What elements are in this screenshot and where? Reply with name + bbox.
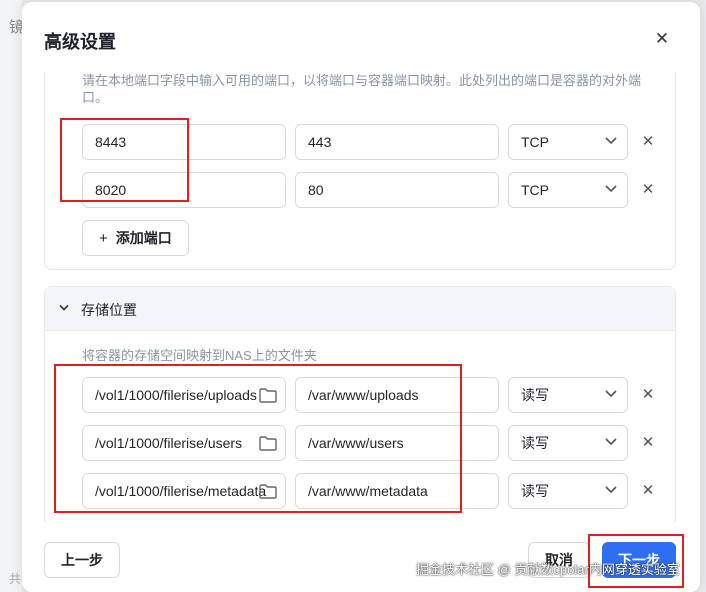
background-panel: 镜 共 <box>0 0 24 592</box>
permission-select[interactable]: 读写 <box>508 473 628 509</box>
container-path-input[interactable]: /var/www/users <box>295 425 499 461</box>
container-port-input[interactable]: 443 <box>295 124 499 160</box>
chevron-down-icon <box>605 390 617 398</box>
add-port-label: 添加端口 <box>115 230 172 246</box>
protocol-value: TCP <box>521 182 549 198</box>
background-text: 共 <box>9 572 22 586</box>
permission-value: 读写 <box>521 435 549 451</box>
add-port-button[interactable]: + 添加端口 <box>82 220 189 256</box>
permission-value: 读写 <box>521 387 549 403</box>
host-path-input[interactable]: /vol1/1000/filerise/metadata <box>82 473 286 509</box>
chevron-down-icon <box>605 185 617 193</box>
storage-hint: 将容器的存储空间映射到NAS上的文件夹 <box>82 348 317 363</box>
host-path-input[interactable]: /vol1/1000/filerise/users <box>82 425 286 461</box>
permission-select[interactable]: 读写 <box>508 377 628 413</box>
storage-section-header[interactable]: 存储位置 <box>45 287 675 331</box>
protocol-value: TCP <box>521 134 549 150</box>
folder-icon[interactable] <box>259 436 277 451</box>
local-port-input[interactable]: 8443 <box>82 124 286 160</box>
chevron-down-icon <box>605 438 617 446</box>
close-icon[interactable]: ✕ <box>652 28 672 50</box>
folder-icon[interactable] <box>259 484 277 499</box>
local-port-input[interactable]: 8020 <box>82 172 286 208</box>
container-path-input[interactable]: /var/www/uploads <box>295 377 499 413</box>
remove-port-icon[interactable]: ✕ <box>639 133 657 151</box>
plus-icon: + <box>99 230 108 247</box>
advanced-settings-dialog: 高级设置 ✕ 请在本地端口字段中输入可用的端口，以将端口与容器端口映射。此处列出… <box>22 2 700 592</box>
remove-storage-icon[interactable]: ✕ <box>639 386 657 404</box>
storage-card: 存储位置 将容器的存储空间映射到NAS上的文件夹 /vol1/1000/file… <box>44 286 676 522</box>
chevron-down-icon <box>605 486 617 494</box>
chevron-down-icon <box>59 304 69 311</box>
container-path-input[interactable]: /var/www/metadata <box>295 473 499 509</box>
prev-button[interactable]: 上一步 <box>44 542 120 578</box>
chevron-down-icon <box>605 137 617 145</box>
permission-value: 读写 <box>521 483 549 499</box>
protocol-select[interactable]: TCP <box>508 124 628 160</box>
remove-storage-icon[interactable]: ✕ <box>639 482 657 500</box>
permission-select[interactable]: 读写 <box>508 425 628 461</box>
remove-storage-icon[interactable]: ✕ <box>639 434 657 452</box>
dialog-title: 高级设置 <box>44 32 116 52</box>
dialog-scroll-area[interactable]: 请在本地端口字段中输入可用的端口，以将端口与容器端口映射。此处列出的端口是容器的… <box>22 72 700 522</box>
port-mapping-card: 请在本地端口字段中输入可用的端口，以将端口与容器端口映射。此处列出的端口是容器的… <box>44 72 676 270</box>
protocol-select[interactable]: TCP <box>508 172 628 208</box>
host-path-input[interactable]: /vol1/1000/filerise/uploads <box>82 377 286 413</box>
storage-section-label: 存储位置 <box>81 302 137 318</box>
watermark-text: 掘金技术社区 @ 贡献数cpolar内网穿透实验室 <box>416 562 680 577</box>
container-port-input[interactable]: 80 <box>295 172 499 208</box>
remove-port-icon[interactable]: ✕ <box>639 181 657 199</box>
folder-icon[interactable] <box>259 388 277 403</box>
port-hint: 请在本地端口字段中输入可用的端口，以将端口与容器端口映射。此处列出的端口是容器的… <box>82 73 642 105</box>
